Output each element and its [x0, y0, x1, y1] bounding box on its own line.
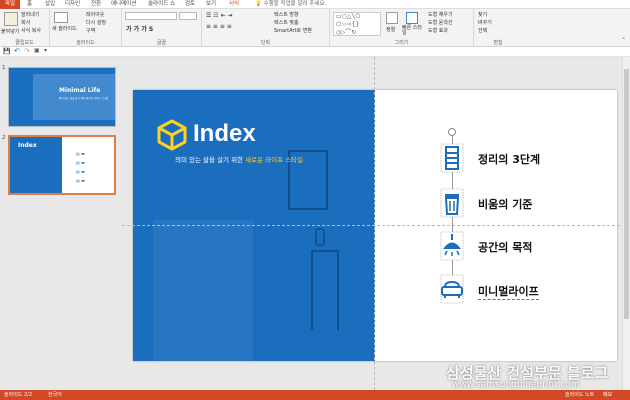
- slides-label: 슬라이드: [76, 40, 95, 46]
- arrange-icon[interactable]: [386, 12, 398, 24]
- index-item-3[interactable]: 공간의 목적: [478, 239, 532, 255]
- find-button[interactable]: 찾기: [478, 11, 487, 18]
- tell-me-text: 수행할 작업을 알려 주세요.: [263, 1, 327, 7]
- bold-button[interactable]: 가 가 가 S: [126, 24, 153, 33]
- language-status[interactable]: 한국어: [48, 390, 62, 400]
- quick-styles-icon[interactable]: [406, 12, 418, 24]
- thumbnail-items: ▤ ▬ ▤ ▬ ▤ ▬ ▤ ▬: [76, 151, 85, 183]
- ladder-shelf-icon[interactable]: [437, 143, 467, 173]
- index-item-4[interactable]: 미니멀라이프: [478, 283, 539, 300]
- paste-icon[interactable]: [4, 12, 18, 26]
- cube-icon: [157, 119, 187, 151]
- comments-button[interactable]: 메모: [603, 390, 612, 400]
- index-item-2[interactable]: 비움의 기준: [478, 196, 532, 212]
- select-button[interactable]: 선택: [478, 27, 487, 34]
- replace-button[interactable]: 바꾸기: [478, 19, 492, 26]
- tab-transitions[interactable]: 전환: [91, 0, 101, 9]
- room-photo-vase: [315, 228, 325, 246]
- thumbnail-title: Minimal Life: [59, 87, 101, 94]
- align-text-button[interactable]: 텍스트 맞춤: [274, 19, 299, 26]
- paste-button[interactable]: 붙여넣기: [1, 28, 19, 35]
- subtitle-highlight: 새로운 라이프 스타일: [245, 156, 304, 164]
- editing-label: 편집: [493, 40, 503, 46]
- new-slide-button[interactable]: 새 슬라이드: [52, 25, 77, 32]
- thumbnail-number: 1: [2, 65, 6, 71]
- shape-outline-button[interactable]: 도형 윤곽선: [428, 19, 453, 26]
- thumbnail-pane: 1 Minimal Life 의미 있는 삶을 살기 위한 새로운 라이프 스타…: [0, 57, 122, 390]
- text-direction-button[interactable]: 텍스트 방향: [274, 11, 299, 18]
- tell-me-box[interactable]: 💡 수행할 작업을 알려 주세요.: [255, 0, 326, 9]
- clipboard-label: 클립보드: [15, 40, 34, 46]
- ceiling-lamp-icon[interactable]: [437, 231, 467, 261]
- sofa-icon[interactable]: [437, 274, 467, 304]
- editing-group: 찾기 바꾸기 선택 편집: [474, 9, 522, 47]
- room-photo-stand: [311, 250, 339, 330]
- tab-view[interactable]: 보기: [206, 0, 216, 9]
- format-painter-button[interactable]: 서식 복사: [21, 27, 41, 34]
- thumbnail-subtitle: 의미 있는 삶을 살기 위한 새로운 라이프 스타일: [59, 97, 109, 100]
- smartart-button[interactable]: SmartArt로 변환: [274, 27, 312, 34]
- vertical-guide: [374, 57, 375, 390]
- vertical-scrollbar[interactable]: [622, 57, 630, 390]
- slide-title[interactable]: Index: [193, 120, 256, 148]
- slides-group: 새 슬라이드 레이아웃 다시 설정 구역 슬라이드: [50, 9, 122, 47]
- save-icon[interactable]: 💾: [3, 48, 10, 55]
- tab-insert[interactable]: 삽입: [45, 0, 55, 9]
- section-button[interactable]: 구역: [86, 27, 95, 34]
- start-slideshow-icon[interactable]: ▣: [34, 47, 40, 54]
- shape-effects-button[interactable]: 도형 효과: [428, 27, 448, 34]
- font-size-select[interactable]: [179, 12, 197, 20]
- cut-button[interactable]: 잘라내기: [21, 11, 39, 18]
- tab-animations[interactable]: 애니메이션: [111, 0, 136, 9]
- tab-format[interactable]: 서식: [229, 0, 239, 9]
- font-name-select[interactable]: [125, 12, 177, 20]
- collapse-ribbon-icon[interactable]: ⌃: [621, 37, 626, 44]
- tab-design[interactable]: 디자인: [65, 0, 80, 9]
- watermark-url: www.samsungblueprint.com: [452, 380, 580, 390]
- clipboard-group: 붙여넣기 잘라내기 복사 서식 복사 클립보드: [0, 9, 50, 47]
- quick-access-toolbar: 💾 ↶ ↷ ▣ ▾: [0, 47, 630, 57]
- shapes-gallery[interactable]: ▭○△╲⬠ ⬡☆⇨{} ◇▷⌒↻: [333, 12, 381, 36]
- rotate-handle[interactable]: [448, 128, 456, 136]
- tab-slideshow[interactable]: 슬라이드 쇼: [148, 0, 175, 9]
- paragraph-group: ☰ ☷ ⇤ ⇥ ≡ ≡ ≡ ≡ 텍스트 방향 텍스트 맞춤 SmartArt로 …: [202, 9, 330, 47]
- status-bar: 슬라이드 2/2 한국어 슬라이드 노트 메모: [0, 390, 630, 400]
- tab-review[interactable]: 검토: [185, 0, 195, 9]
- room-photo-wall: [153, 220, 253, 361]
- redo-icon[interactable]: ↷: [24, 47, 30, 55]
- font-label: 글꼴: [156, 40, 167, 46]
- slide-counter: 슬라이드 2/2: [4, 392, 33, 398]
- thumbnail-title: Index: [18, 142, 37, 149]
- horizontal-guide: [122, 225, 630, 226]
- drawing-label: 그리기: [394, 40, 409, 46]
- customize-qat-icon[interactable]: ▾: [44, 47, 47, 54]
- align-buttons[interactable]: ≡ ≡ ≡ ≡: [206, 23, 232, 30]
- copy-button[interactable]: 복사: [21, 19, 30, 26]
- notes-button[interactable]: 슬라이드 노트: [565, 390, 594, 400]
- new-slide-icon[interactable]: [54, 12, 68, 23]
- quick-styles-button[interactable]: 빠른 스타일: [402, 26, 426, 36]
- slide-thumbnail-1[interactable]: Minimal Life 의미 있는 삶을 살기 위한 새로운 라이프 스타일: [8, 67, 116, 127]
- slide-thumbnail-2[interactable]: Index ▤ ▬ ▤ ▬ ▤ ▬ ▤ ▬: [8, 135, 116, 195]
- tab-file[interactable]: 파일: [0, 0, 20, 9]
- index-item-1[interactable]: 정리의 3단계: [478, 151, 540, 167]
- reset-button[interactable]: 다시 설정: [86, 19, 106, 26]
- list-buttons[interactable]: ☰ ☷ ⇤ ⇥: [206, 12, 233, 19]
- ribbon-tab-bar: 파일 홈 삽입 디자인 전환 애니메이션 슬라이드 쇼 검토 보기 서식 💡 수…: [0, 0, 630, 9]
- tab-home[interactable]: 홈: [27, 0, 32, 9]
- trash-bin-icon[interactable]: [437, 188, 467, 218]
- font-group: 가 가 가 S 글꼴: [122, 9, 202, 47]
- thumbnail-number: 2: [2, 135, 6, 141]
- arrange-button[interactable]: 정렬: [386, 26, 395, 33]
- shape-fill-button[interactable]: 도형 채우기: [428, 11, 453, 18]
- scrollbar-thumb[interactable]: [624, 69, 629, 319]
- undo-icon[interactable]: ↶: [14, 47, 20, 55]
- slide-subtitle[interactable]: 의미 있는 삶을 살기 위한 새로운 라이프 스타일: [175, 154, 303, 164]
- lightbulb-icon: 💡: [255, 1, 262, 7]
- ribbon: 붙여넣기 잘라내기 복사 서식 복사 클립보드 새 슬라이드 레이아웃 다시 설…: [0, 9, 630, 47]
- layout-button[interactable]: 레이아웃: [86, 11, 104, 18]
- subtitle-text: 의미 있는 삶을 살기 위한: [175, 156, 246, 164]
- drawing-group: ▭○△╲⬠ ⬡☆⇨{} ◇▷⌒↻ 정렬 빠른 스타일 도형 채우기 도형 윤곽선 도…: [330, 9, 474, 47]
- paragraph-label: 단락: [260, 40, 271, 46]
